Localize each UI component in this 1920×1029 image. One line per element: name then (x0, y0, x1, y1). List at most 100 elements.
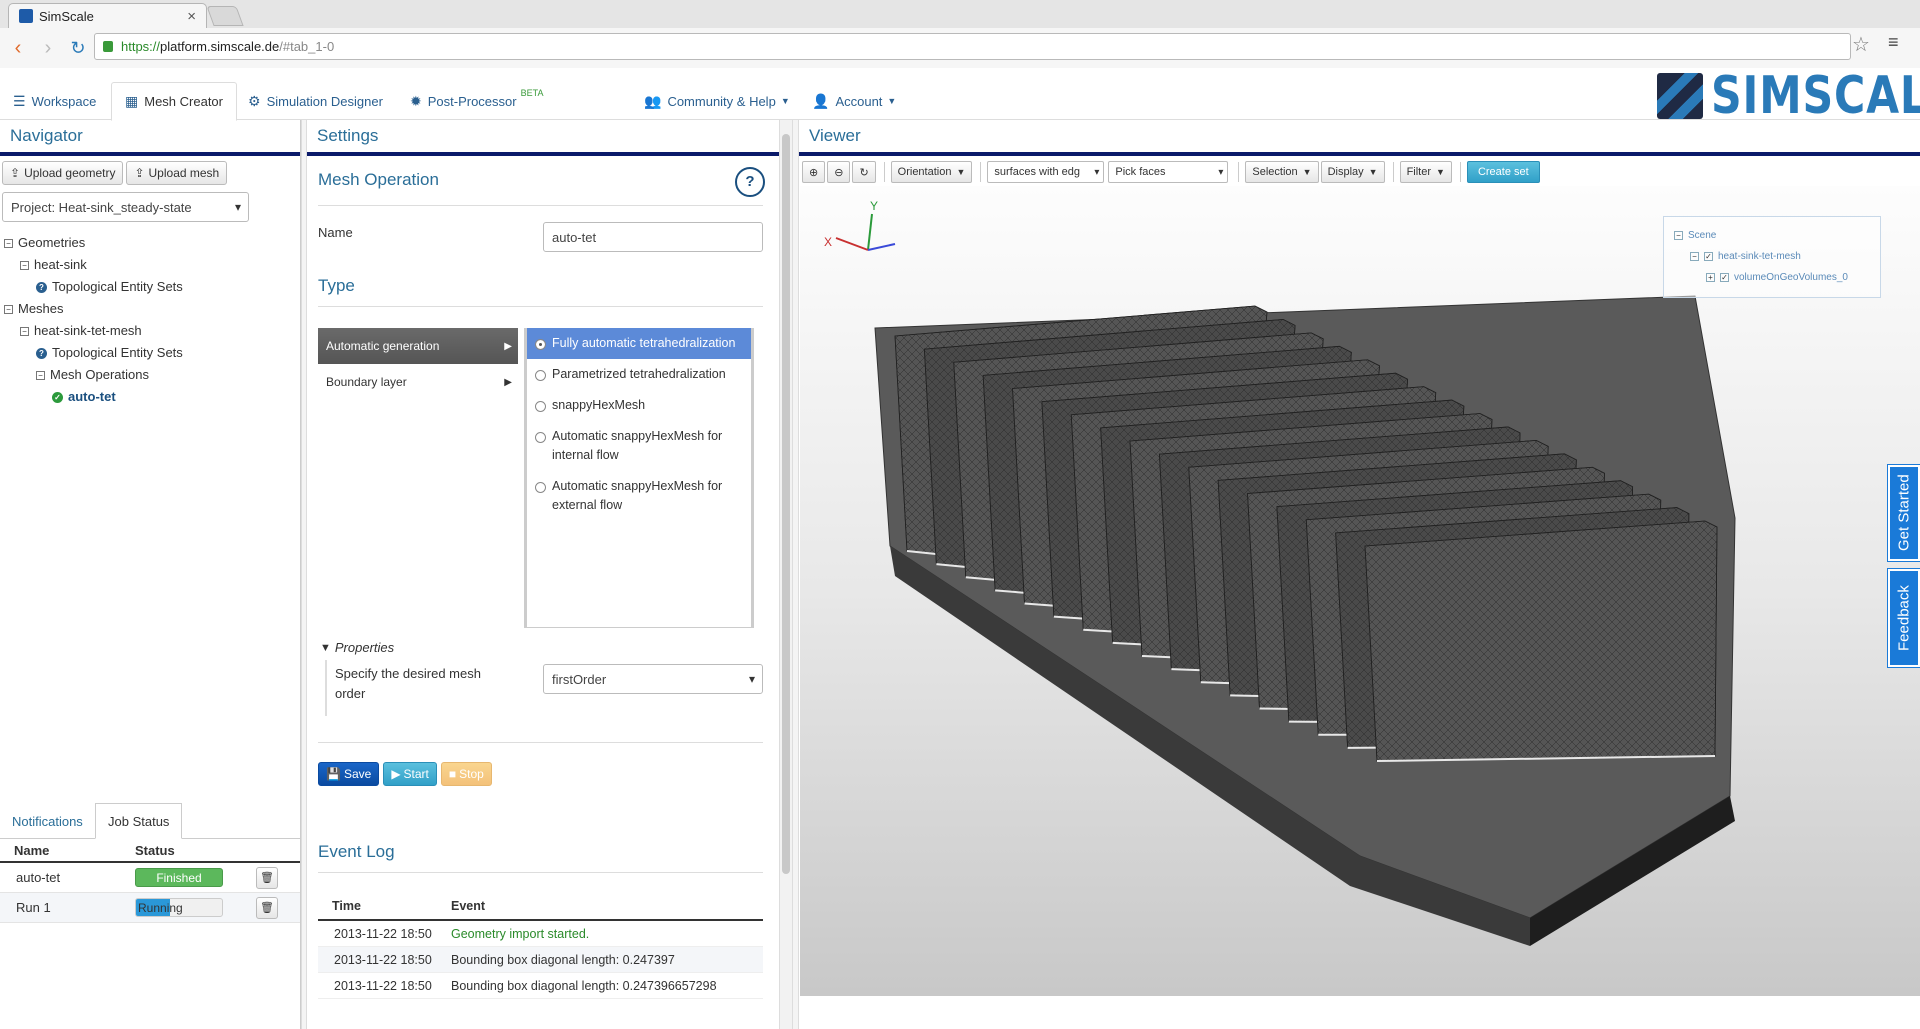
scrollbar-thumb[interactable] (782, 134, 790, 874)
forward-arrow-icon[interactable]: › (36, 37, 60, 60)
visibility-checkbox[interactable]: ✓ (1704, 252, 1713, 261)
help-button[interactable]: ? (735, 167, 765, 197)
radio-button[interactable] (535, 432, 546, 443)
bookmark-star-icon[interactable]: ☆ (1852, 32, 1870, 57)
new-tab-button[interactable] (206, 6, 244, 26)
start-button[interactable]: ▶ Start (383, 762, 437, 786)
save-button[interactable]: 💾 Save (318, 762, 380, 786)
close-tab-icon[interactable]: × (187, 8, 196, 25)
browser-tab[interactable]: SimScale × (8, 3, 207, 28)
heat-sink-mesh-render: X Y (824, 199, 1736, 946)
collapse-icon[interactable]: − (1674, 231, 1683, 240)
community-help-menu[interactable]: 👥 Community & Help ▼ (631, 82, 803, 120)
selection-dropdown[interactable]: Selection ▼ (1245, 161, 1319, 183)
scene-item-volume[interactable]: + ✓ volumeOnGeoVolumes_0 (1674, 267, 1870, 288)
option-snappy-internal[interactable]: Automatic snappyHexMesh for internal flo… (527, 421, 751, 471)
tab-job-status[interactable]: Job Status (95, 803, 183, 839)
browser-menu-icon[interactable]: ≡ (1888, 32, 1899, 53)
navigator-splitter[interactable] (301, 120, 307, 1029)
properties-toggle[interactable]: ▼ Properties (320, 640, 394, 655)
type-nav-automatic-generation[interactable]: Automatic generation ▶ (318, 328, 518, 364)
account-menu[interactable]: 👤 Account ▼ (799, 82, 909, 120)
tab-simulation-designer[interactable]: ⚙ Simulation Designer (235, 82, 396, 120)
radio-button[interactable] (535, 482, 546, 493)
tree-item-heat-sink-tet-mesh[interactable]: − heat-sink-tet-mesh (4, 320, 183, 342)
tab-mesh-creator[interactable]: ▦ Mesh Creator (111, 82, 237, 121)
event-text: Bounding box diagonal length: 0.247397 (451, 952, 675, 967)
display-dropdown[interactable]: Display ▼ (1320, 161, 1385, 183)
tree-label: Mesh Operations (50, 367, 149, 382)
filter-dropdown[interactable]: Filter ▼ (1399, 161, 1452, 183)
settings-title: Settings (307, 120, 779, 156)
trash-icon[interactable]: 🗑 (256, 896, 278, 919)
get-started-tab[interactable]: Get Started (1888, 465, 1920, 561)
tree-item-auto-tet[interactable]: ✓ auto-tet (4, 386, 183, 408)
option-snappy-external[interactable]: Automatic snappyHexMesh for external flo… (527, 471, 751, 521)
name-input[interactable]: auto-tet (543, 222, 763, 252)
expand-icon[interactable]: + (1706, 273, 1715, 282)
radio-button[interactable] (535, 401, 546, 412)
table-row[interactable]: auto-tet Finished 🗑 (0, 863, 300, 893)
radio-button[interactable] (535, 339, 546, 350)
filter-label: Filter (1406, 166, 1432, 178)
create-set-button[interactable]: Create set (1466, 161, 1540, 183)
option-parametrized[interactable]: Parametrized tetrahedralization (527, 359, 751, 390)
save-icon: 💾 (326, 767, 341, 781)
scene-root[interactable]: − Scene (1674, 225, 1870, 246)
mesh-order-select[interactable]: firstOrder (543, 664, 763, 694)
trash-icon[interactable]: 🗑 (256, 866, 278, 889)
stop-button[interactable]: ■ Stop (440, 762, 492, 786)
collapse-icon[interactable]: − (20, 260, 29, 270)
tab-notifications[interactable]: Notifications (0, 803, 95, 839)
upload-icon: ⇪ (134, 166, 145, 180)
feedback-tab[interactable]: Feedback (1888, 569, 1920, 667)
tree-item-geometries[interactable]: − Geometries (4, 232, 183, 254)
reset-view-icon[interactable]: ↻ (852, 161, 876, 183)
orientation-dropdown[interactable]: Orientation ▼ (890, 161, 973, 183)
render-mode-select[interactable]: surfaces with edg (987, 161, 1105, 183)
tab-workspace[interactable]: ☰ Workspace (0, 82, 109, 120)
table-row: 2013-11-22 18:50 Geometry import started… (318, 921, 763, 947)
caret-down-icon: ▼ (780, 96, 790, 106)
collapse-icon[interactable]: − (1690, 252, 1699, 261)
tree-item-topo-sets-geometry[interactable]: ? Topological Entity Sets (4, 276, 183, 298)
address-bar[interactable]: https:// platform.simscale.de /#tab_1-0 (94, 33, 1851, 60)
job-name: Run 1 (16, 900, 51, 915)
settings-splitter[interactable] (792, 120, 799, 1029)
tab-post-processor[interactable]: ✹ Post-Processor BETA (397, 82, 556, 120)
option-snappyhexmesh[interactable]: snappyHexMesh (527, 390, 751, 421)
name-label: Name (318, 225, 353, 240)
type-nav-boundary-layer[interactable]: Boundary layer ▶ (318, 364, 518, 400)
upload-geometry-button[interactable]: ⇪ Upload geometry (2, 161, 124, 185)
collapse-icon[interactable]: − (36, 370, 45, 380)
table-row[interactable]: Run 1 Running 🗑 (0, 893, 300, 923)
tree-item-mesh-operations[interactable]: − Mesh Operations (4, 364, 183, 386)
tree-item-topo-sets-mesh[interactable]: ? Topological Entity Sets (4, 342, 183, 364)
tree-label: heat-sink (34, 257, 87, 272)
scene-item-mesh[interactable]: − ✓ heat-sink-tet-mesh (1674, 246, 1870, 267)
col-time: Time (332, 899, 361, 913)
tree-item-meshes[interactable]: − Meshes (4, 298, 183, 320)
zoom-in-icon[interactable]: ⊕ (802, 161, 826, 183)
back-arrow-icon[interactable]: ‹ (6, 37, 30, 60)
question-circle-icon: ? (36, 347, 47, 359)
zoom-out-icon[interactable]: ⊖ (827, 161, 851, 183)
project-select[interactable]: Project: Heat-sink_steady-state (2, 192, 249, 222)
collapse-icon[interactable]: − (4, 304, 13, 314)
option-fully-automatic[interactable]: Fully automatic tetrahedralization (527, 328, 751, 359)
settings-scrollbar[interactable] (779, 120, 792, 1029)
pick-mode-select[interactable]: Pick faces (1108, 161, 1229, 183)
upload-mesh-button[interactable]: ⇪ Upload mesh (126, 161, 228, 185)
reload-icon[interactable]: ↻ (66, 38, 90, 59)
radio-button[interactable] (535, 370, 546, 381)
visibility-checkbox[interactable]: ✓ (1720, 273, 1729, 282)
collapse-icon[interactable]: − (4, 238, 13, 248)
fin-mesh (1364, 520, 1718, 762)
url-scheme: https:// (121, 39, 161, 54)
event-text: Bounding box diagonal length: 0.24739665… (451, 978, 717, 993)
3d-viewport[interactable]: X Y (800, 186, 1920, 996)
tree-item-heat-sink[interactable]: − heat-sink (4, 254, 183, 276)
workspace-icon: ☰ (13, 92, 26, 109)
create-set-label: Create set (1477, 166, 1529, 178)
collapse-icon[interactable]: − (20, 326, 29, 336)
